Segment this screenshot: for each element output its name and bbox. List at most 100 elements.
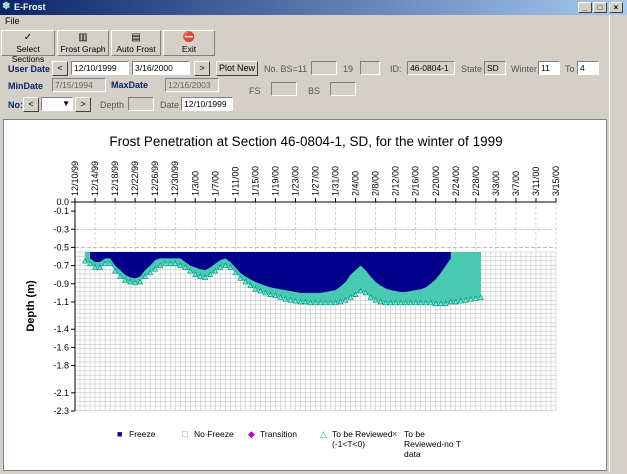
y-tick-label: -1.1 xyxy=(53,297,69,307)
auto-frost-button-label: Auto Frost xyxy=(116,44,156,54)
exit-button[interactable]: ⛔ Exit xyxy=(163,30,215,56)
menu-bar: File xyxy=(0,15,627,28)
x-tick-label: 12/22/99 xyxy=(130,161,140,196)
y-tick-label: -0.5 xyxy=(53,242,69,252)
y-tick-label: -0.7 xyxy=(53,261,69,271)
bs-field xyxy=(330,82,356,96)
no-next-button[interactable]: > xyxy=(75,97,91,112)
y-tick-label: -0.1 xyxy=(53,206,69,216)
to-label: To xyxy=(565,64,575,74)
legend-label: To be xyxy=(404,429,425,439)
legend-item: △ To be Reviewed(-1<T<0) xyxy=(320,429,393,449)
menu-file[interactable]: File xyxy=(5,16,20,26)
no-bs-field xyxy=(311,61,337,75)
y-tick-label: -1.8 xyxy=(53,361,69,371)
user-date-prev-button[interactable]: < xyxy=(52,61,68,76)
x-tick-label: 1/31/00 xyxy=(331,166,341,196)
x-tick-label: 12/10/99 xyxy=(70,161,80,196)
select-sections-button-label: Select Sections xyxy=(11,44,45,64)
x-tick-label: 3/15/00 xyxy=(551,166,561,196)
legend-label-line2: (-1<T<0) xyxy=(332,439,365,449)
x-tick-label: 12/26/99 xyxy=(150,161,160,196)
y-axis-label: Depth (m) xyxy=(25,280,37,332)
no-label: No: xyxy=(8,100,23,110)
maximize-button[interactable]: □ xyxy=(593,2,607,13)
x-tick-label: 1/11/00 xyxy=(230,167,240,196)
auto-frost-button[interactable]: ▤ Auto Frost xyxy=(111,30,161,56)
legend-symbol: ◆ xyxy=(248,429,255,439)
x-tick-label: 12/30/99 xyxy=(170,161,180,196)
winter-label: Winter xyxy=(511,64,538,74)
y-tick-label: -0.9 xyxy=(53,279,69,289)
y-tick-label: -1.4 xyxy=(53,324,69,334)
x-tick-label: 1/19/00 xyxy=(270,166,280,196)
legend-symbol: □ xyxy=(182,429,188,439)
y-tick-label: -1.6 xyxy=(53,342,69,352)
legend-item: × To beReviewed-no Tdata xyxy=(392,429,461,459)
depth-label: Depth xyxy=(100,100,125,110)
frost-graph-button[interactable]: ▥ Frost Graph xyxy=(57,30,109,56)
legend-label-line3: data xyxy=(404,449,421,459)
min-date-label: MinDate xyxy=(8,81,44,91)
no-bs-extra: 19 xyxy=(343,64,354,74)
fs-label: FS xyxy=(249,86,261,96)
id-label: ID: xyxy=(390,64,402,74)
exit-button-label: Exit xyxy=(181,44,197,54)
minimize-button[interactable]: _ xyxy=(578,2,592,13)
x-tick-label: 1/27/00 xyxy=(311,166,321,196)
user-date-start-field[interactable]: 12/10/1999 xyxy=(71,61,129,75)
x-tick-label: 12/14/99 xyxy=(90,161,100,196)
legend-label: To be Reviewed xyxy=(332,429,393,439)
legend-label: No Freeze xyxy=(194,429,234,439)
no-bs-label: No. BS=11 xyxy=(264,64,308,74)
x-tick-label: 3/3/00 xyxy=(491,171,501,196)
app-snowflake-icon: ❄ xyxy=(2,1,11,12)
x-tick-label: 2/8/00 xyxy=(371,171,381,196)
no-prev-button[interactable]: < xyxy=(23,97,39,112)
chevron-down-icon[interactable]: ▼ xyxy=(62,98,70,110)
legend-label: Transition xyxy=(260,429,297,439)
frost-penetration-chart: Frost Penetration at Section 46-0804-1, … xyxy=(25,134,561,459)
plot-new-button[interactable]: Plot New xyxy=(216,61,258,76)
auto-frost-icon: ▤ xyxy=(131,32,141,43)
close-button[interactable]: × xyxy=(609,2,623,13)
x-tick-label: 1/7/00 xyxy=(210,171,220,196)
to-field[interactable]: 4 xyxy=(577,61,599,75)
no-bs-extra-field xyxy=(360,61,380,75)
x-tick-label: 1/15/00 xyxy=(250,166,260,196)
legend-item: ■ Freeze xyxy=(117,429,156,439)
date-label: Date xyxy=(160,100,180,110)
legend-label-line2: Reviewed-no T xyxy=(404,439,461,449)
legend-symbol: × xyxy=(392,429,397,439)
x-tick-label: 1/3/00 xyxy=(190,171,200,196)
date-field[interactable]: 12/10/1999 xyxy=(181,97,233,111)
x-tick-label: 2/4/00 xyxy=(351,171,361,196)
state-field: SD xyxy=(484,61,506,75)
x-tick-label: 12/18/99 xyxy=(110,161,120,196)
no-select[interactable]: ▼ xyxy=(41,97,73,111)
x-tick-label: 2/28/00 xyxy=(471,166,481,196)
select-sections-icon: ✓ xyxy=(23,32,33,43)
legend-label: Freeze xyxy=(129,429,156,439)
user-date-next-button[interactable]: > xyxy=(194,61,210,76)
y-tick-label: -2.1 xyxy=(53,388,69,398)
legend-item: ◆ Transition xyxy=(248,429,297,439)
state-label: State xyxy=(461,64,483,74)
user-date-label: User Date xyxy=(8,64,51,74)
legend-item: □ No Freeze xyxy=(182,429,234,439)
x-tick-label: 3/11/00 xyxy=(531,167,541,196)
winter-field[interactable]: 11 xyxy=(538,61,560,75)
max-date-field: 12/16/2003 xyxy=(165,78,219,92)
min-date-field: 7/15/1994 xyxy=(52,78,106,92)
frost-chart-panel: Frost Penetration at Section 46-0804-1, … xyxy=(3,119,607,471)
y-tick-label: -0.3 xyxy=(53,224,69,234)
vertical-scrollbar[interactable] xyxy=(609,15,625,472)
x-tick-label: 1/23/00 xyxy=(290,166,300,196)
id-field: 46-0804-1 xyxy=(407,61,455,75)
user-date-end-field[interactable]: 3/16/2000 xyxy=(132,61,190,75)
legend-symbol: △ xyxy=(320,429,327,439)
select-sections-button[interactable]: ✓ Select Sections xyxy=(1,30,55,64)
chart-title: Frost Penetration at Section 46-0804-1, … xyxy=(109,134,502,149)
depth-field xyxy=(128,97,154,111)
y-tick-label: -2.3 xyxy=(53,406,69,416)
